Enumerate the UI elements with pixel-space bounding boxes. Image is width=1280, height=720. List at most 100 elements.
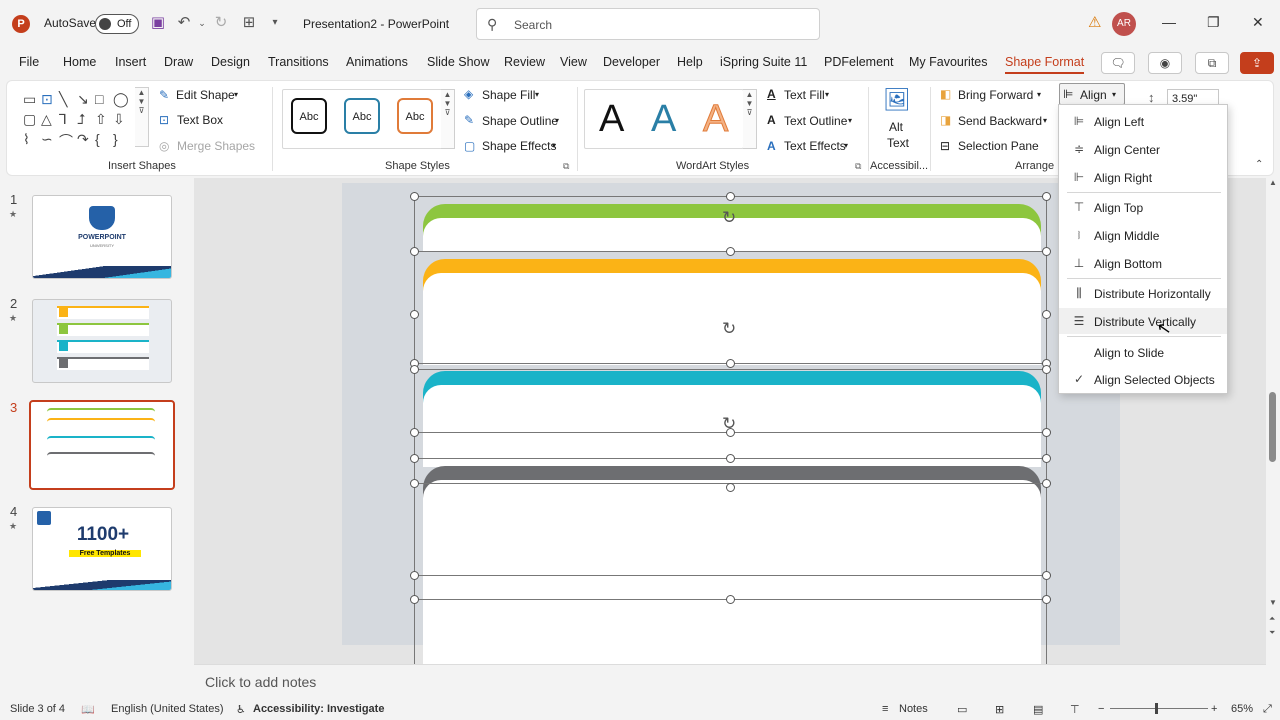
resize-handle[interactable] [726,192,735,201]
slide-thumbnail-4[interactable]: 1100+ Free Templates [32,507,172,591]
textbox-shape-icon[interactable]: ⊡ [41,91,53,108]
tab-developer[interactable]: Developer [603,55,660,69]
menu-item-distribute-vertically[interactable]: ☰ Distribute Vertically [1059,308,1227,334]
shape-styles-scroll[interactable]: ▲ ▼ ⊽ [441,89,455,149]
search-box[interactable]: ⚲ Search [476,8,820,40]
tab-draw[interactable]: Draw [164,55,193,69]
shape-effects-dropdown-icon[interactable]: ▾ [552,141,556,150]
restore-icon[interactable]: ❐ [1207,14,1220,31]
text-box-button[interactable]: Text Box [177,113,223,127]
undo-dropdown-icon[interactable]: ⌄ [193,14,211,32]
send-backward-button[interactable]: Send Backward [958,114,1042,128]
menu-item-align-left[interactable]: ⊫ Align Left [1059,108,1227,134]
minimize-icon[interactable]: — [1162,14,1176,30]
previous-slide-icon[interactable]: ⏶ [1269,614,1275,624]
text-outline-button[interactable]: Text Outline [784,114,847,128]
align-button[interactable]: ⊫ Align ▾ [1059,83,1125,105]
text-outline-dropdown-icon[interactable]: ▾ [848,116,852,125]
brace-left-icon[interactable]: { [95,131,100,147]
tab-my-favourites[interactable]: My Favourites [909,55,988,69]
warning-icon[interactable]: ⚠ [1088,15,1104,31]
brace-right-icon[interactable]: } [113,131,118,147]
alt-text-label-1[interactable]: Alt [889,120,903,134]
triangle-shape-icon[interactable]: △ [41,111,52,128]
shape-style-blue[interactable]: Abc [344,98,380,134]
shape-fill-button[interactable]: Shape Fill [482,88,535,102]
rotate-handle-icon[interactable]: ↻ [722,319,736,339]
tab-review[interactable]: Review [504,55,545,69]
wordart-orange[interactable]: A [702,96,728,142]
fit-slide-icon[interactable]: ⤢ [1263,703,1272,716]
accessibility-status[interactable]: Accessibility: Investigate [253,703,384,715]
slide-sorter-icon[interactable]: ⊞ [995,703,1004,716]
resize-handle[interactable] [1042,595,1051,604]
menu-item-align-middle[interactable]: ⧘ Align Middle [1059,222,1227,248]
tab-home[interactable]: Home [63,55,96,69]
autosave-toggle[interactable]: Off [95,14,139,34]
scribble-shape-icon[interactable]: ↷ [77,131,89,148]
menu-item-distribute-horizontally[interactable]: ⫼ Distribute Horizontally [1059,280,1227,306]
teams-share-button[interactable]: ⧉ [1195,52,1229,74]
shape-outline-button[interactable]: Shape Outline [482,114,558,128]
shape-effects-button[interactable]: Shape Effects [482,139,557,153]
accessibility-icon[interactable]: ♿ [236,703,246,716]
curve-shape-icon[interactable]: ∽ [41,131,53,148]
notes-button[interactable]: Notes [899,703,928,715]
avatar[interactable]: AR [1112,12,1136,36]
tab-view[interactable]: View [560,55,587,69]
bent-arrow-icon[interactable]: ⮥ [77,111,85,128]
resize-handle[interactable] [410,571,419,580]
shape-outline-dropdown-icon[interactable]: ▾ [555,116,559,125]
shape-style-black[interactable]: Abc [291,98,327,134]
redo-icon[interactable]: ↻ [212,14,230,32]
zoom-slider-thumb[interactable] [1155,703,1158,714]
resize-handle[interactable] [410,595,419,604]
close-icon[interactable]: ✕ [1252,14,1264,31]
resize-handle[interactable] [726,483,735,492]
arc-shape-icon[interactable]: ⌒ [59,131,73,151]
share-button[interactable]: ⇪ [1240,52,1274,74]
text-effects-dropdown-icon[interactable]: ▾ [844,141,848,150]
edit-shape-button[interactable]: Edit Shape [176,88,235,102]
scroll-down-icon[interactable]: ▼ [1269,598,1277,607]
edit-shape-dropdown-icon[interactable]: ▾ [234,90,238,99]
customize-toolbar-icon[interactable]: ▾ [266,14,284,32]
menu-item-align-center[interactable]: ≑ Align Center [1059,136,1227,162]
language-indicator[interactable]: English (United States) [111,703,224,715]
resize-handle[interactable] [410,454,419,463]
shapes-gallery-scroll[interactable]: ▲ ▼ ⊽ [135,87,149,147]
square-shape-icon[interactable]: □ [95,91,103,107]
zoom-level[interactable]: 65% [1231,703,1253,715]
resize-handle[interactable] [726,247,735,256]
text-fill-button[interactable]: Text Fill [784,88,825,102]
menu-item-align-bottom[interactable]: ⊥ Align Bottom [1059,250,1227,276]
rotate-handle-icon[interactable]: ↻ [722,208,736,228]
shape-style-orange[interactable]: Abc [397,98,433,134]
menu-item-align-selected-objects[interactable]: ✓ Align Selected Objects [1059,366,1227,392]
elbow-connector-icon[interactable]: ⅂ [59,111,67,128]
bring-forward-button[interactable]: Bring Forward [958,88,1033,102]
rotate-handle-icon[interactable]: ↻ [722,414,736,434]
reading-view-icon[interactable]: ▤ [1033,703,1043,716]
resize-handle[interactable] [1042,365,1051,374]
slide-thumbnail-3[interactable] [29,400,175,490]
wordart-gallery[interactable]: A A A [584,89,744,149]
shape-styles-launcher-icon[interactable]: ⧉ [563,161,569,172]
line-shape-icon[interactable]: ╲ [59,91,67,108]
tab-file[interactable]: File [19,55,39,69]
shapes-gallery[interactable]: ▭ ⊡ ╲ ↘ □ ◯ ▢ △ ⅂ ⮥ ⇧ ⇩ ⌇ ∽ ⌒ ↷ { } [21,87,141,149]
tab-slide-show[interactable]: Slide Show [427,55,490,69]
next-slide-icon[interactable]: ⏷ [1269,628,1275,638]
wordart-black[interactable]: A [599,96,624,142]
down-arrow-shape-icon[interactable]: ⇩ [113,111,125,128]
resize-handle[interactable] [410,365,419,374]
menu-item-align-top[interactable]: ⊤ Align Top [1059,194,1227,220]
record-button[interactable]: ◉ [1148,52,1182,74]
resize-handle[interactable] [726,595,735,604]
tab-pdfelement[interactable]: PDFelement [824,55,893,69]
resize-handle[interactable] [1042,454,1051,463]
scroll-up-icon[interactable]: ▲ [1269,178,1277,187]
freeform-shape-icon[interactable]: ⌇ [23,131,30,148]
rectangle-shape-icon[interactable]: ▭ [23,91,36,108]
slide-thumbnail-2[interactable] [32,299,172,383]
